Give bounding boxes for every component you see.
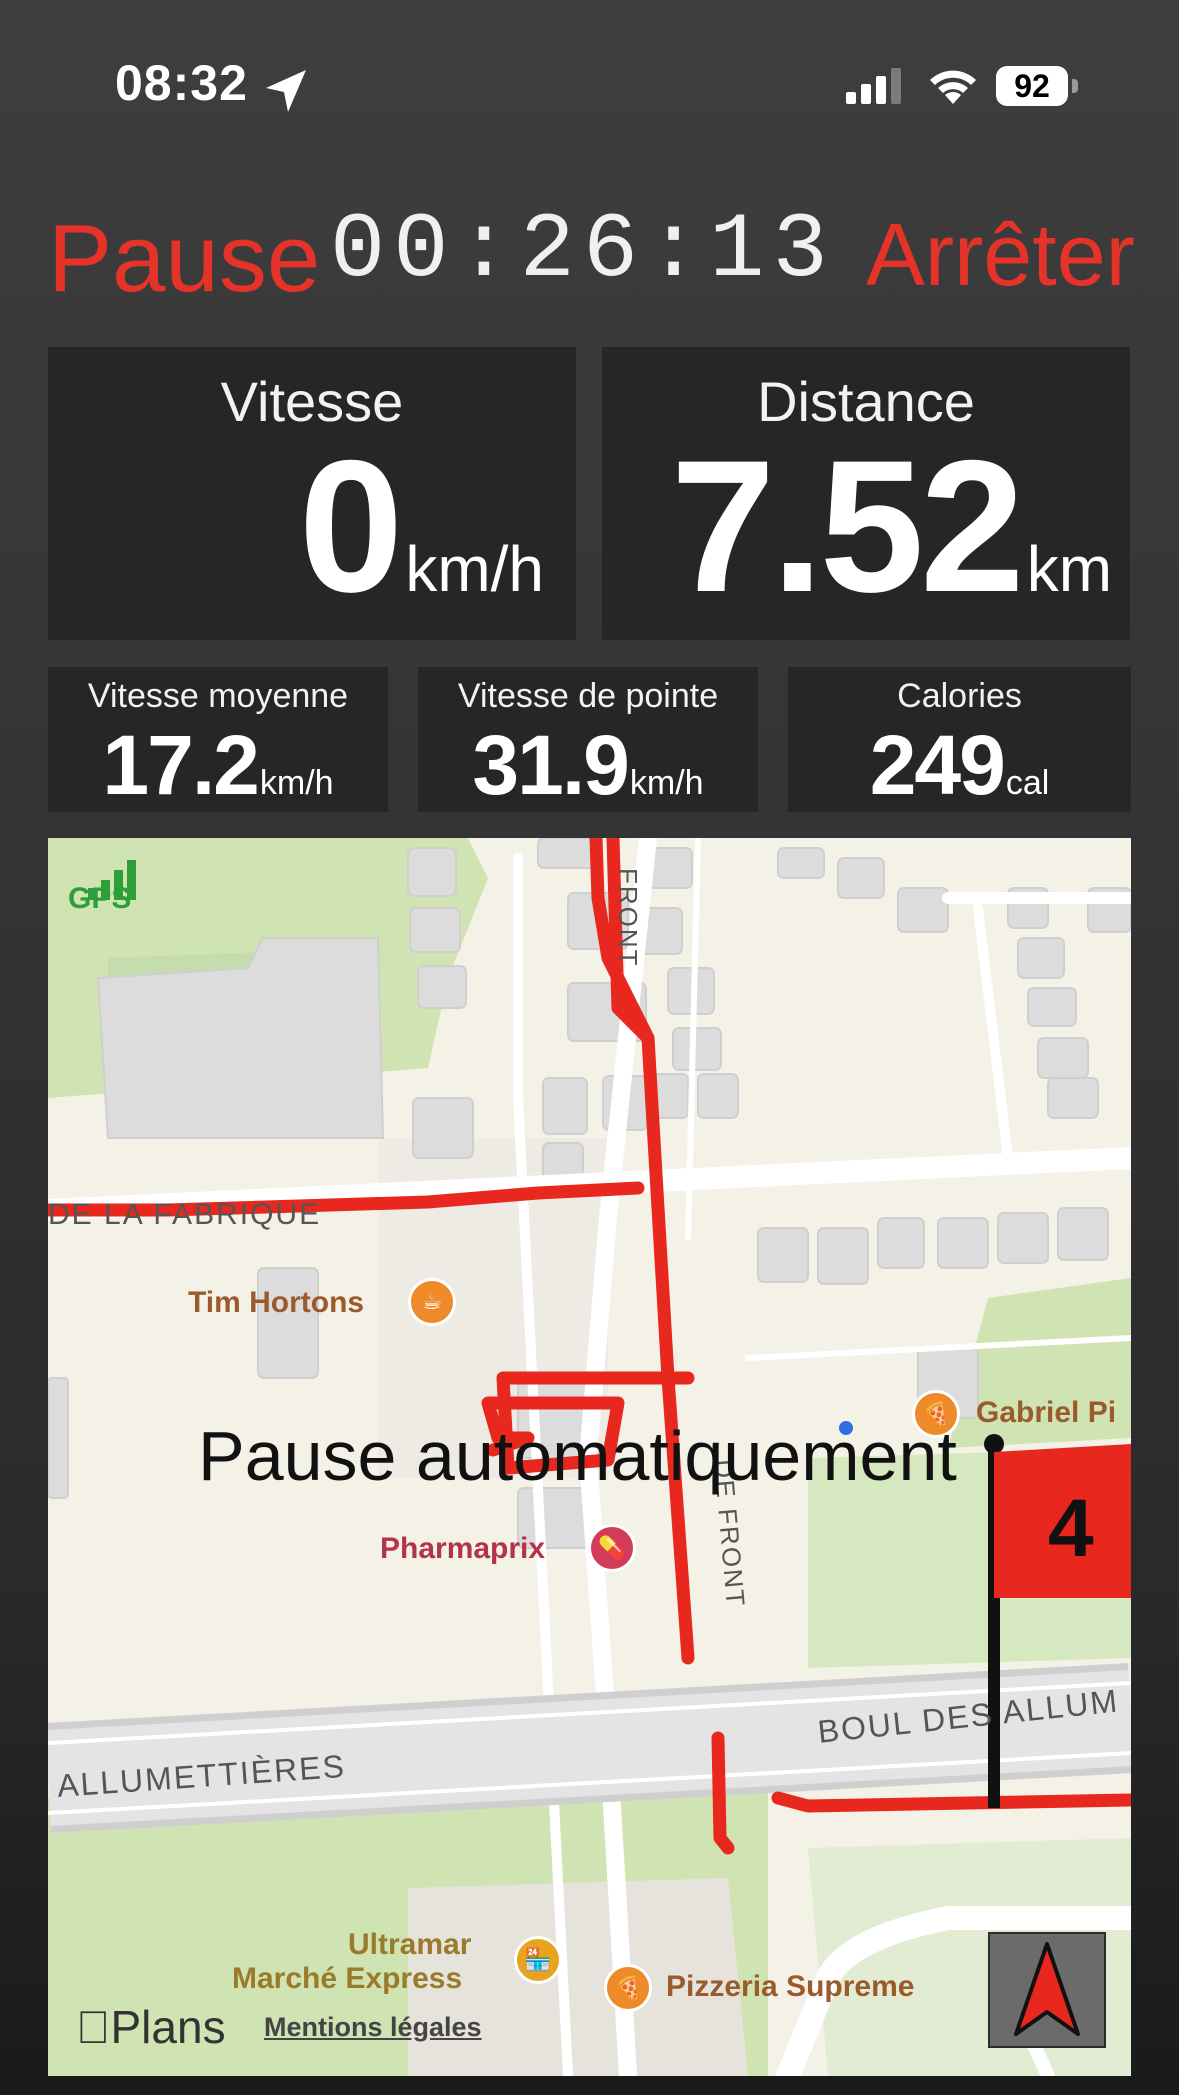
elapsed-timer: 00:26:13 <box>330 198 836 303</box>
poi-tim-hortons-label[interactable]: Tim Hortons <box>188 1286 364 1320</box>
auto-pause-text: Pause automatiquement <box>198 1417 957 1495</box>
max-speed-value: 31.9 <box>472 718 629 812</box>
battery-level: 92 <box>996 66 1068 106</box>
compass-button[interactable] <box>988 1932 1106 2048</box>
status-bar: 08:32 92 <box>0 0 1179 150</box>
north-arrow-icon <box>1014 1942 1080 2036</box>
store-icon[interactable]: 🏪 <box>514 1936 562 1984</box>
poi-ultramar-label-2[interactable]: Marché Express <box>232 1962 462 1996</box>
avg-speed-title: Vitesse moyenne <box>87 677 349 715</box>
calories-title: Calories <box>897 677 1022 715</box>
distance-card: Distance 7.52km <box>602 347 1130 640</box>
coffee-icon[interactable]: ☕ <box>408 1278 456 1326</box>
speed-unit: km/h <box>405 533 544 605</box>
distance-value: 7.52 <box>670 421 1025 631</box>
speed-value: 0 <box>298 421 404 631</box>
poi-pizzeria-label[interactable]: Pizzeria Supreme <box>666 1970 914 2004</box>
poi-gabriel-label[interactable]: Gabriel Pi <box>976 1396 1116 1430</box>
calories-unit: cal <box>1005 764 1050 802</box>
apple-plans-attribution: Plans <box>76 2000 226 2054</box>
lap-flag-number: 4 <box>1048 1483 1094 1574</box>
poi-pharmaprix-label[interactable]: Pharmaprix <box>380 1532 545 1566</box>
distance-value-group: 7.52km <box>671 418 1112 634</box>
route-map[interactable]: GPS DE LA FABRIQUE FRONT DE FRONT BOUL D… <box>48 838 1131 2076</box>
workout-controls: Pause 00:26:13 Arrêter <box>0 190 1179 312</box>
wifi-icon <box>930 70 976 104</box>
max-speed-title: Vitesse de pointe <box>457 677 719 715</box>
avg-speed-unit: km/h <box>259 764 334 802</box>
location-arrow-icon <box>266 70 306 112</box>
apple-logo-icon:  <box>76 2001 111 2053</box>
plans-label: Plans <box>76 2001 226 2053</box>
avg-speed-card: Vitesse moyenne 17.2km/h <box>48 667 388 812</box>
gps-label: GPS <box>68 882 132 915</box>
max-speed-card: Vitesse de pointe 31.9km/h <box>418 667 758 812</box>
battery-tip <box>1072 79 1078 93</box>
speed-card: Vitesse 0km/h <box>48 347 576 640</box>
avg-speed-value-group: 17.2km/h <box>48 717 388 814</box>
legal-link[interactable]: Mentions légales <box>264 2012 482 2043</box>
battery-icon: 92 <box>996 66 1082 106</box>
distance-unit: km <box>1026 533 1112 605</box>
street-front-top: FRONT <box>613 868 643 968</box>
pizza-icon[interactable]: 🍕 <box>604 1964 652 2012</box>
avg-speed-value: 17.2 <box>102 718 259 812</box>
stop-button[interactable]: Arrêter <box>866 204 1135 306</box>
max-speed-unit: km/h <box>629 764 704 802</box>
pharmacy-icon[interactable]: 💊 <box>588 1524 636 1572</box>
speed-value-group: 0km/h <box>299 418 544 634</box>
calories-value-group: 249cal <box>788 717 1131 814</box>
calories-value: 249 <box>869 718 1006 812</box>
cellular-signal-icon <box>846 68 901 104</box>
poi-ultramar-label-1[interactable]: Ultramar <box>348 1928 471 1962</box>
calories-card: Calories 249cal <box>788 667 1131 812</box>
street-fabrique: DE LA FABRIQUE <box>48 1198 322 1231</box>
max-speed-value-group: 31.9km/h <box>418 717 758 814</box>
pause-button[interactable]: Pause <box>48 204 320 314</box>
gps-signal-icon: GPS <box>68 860 142 916</box>
status-time: 08:32 <box>115 55 248 111</box>
